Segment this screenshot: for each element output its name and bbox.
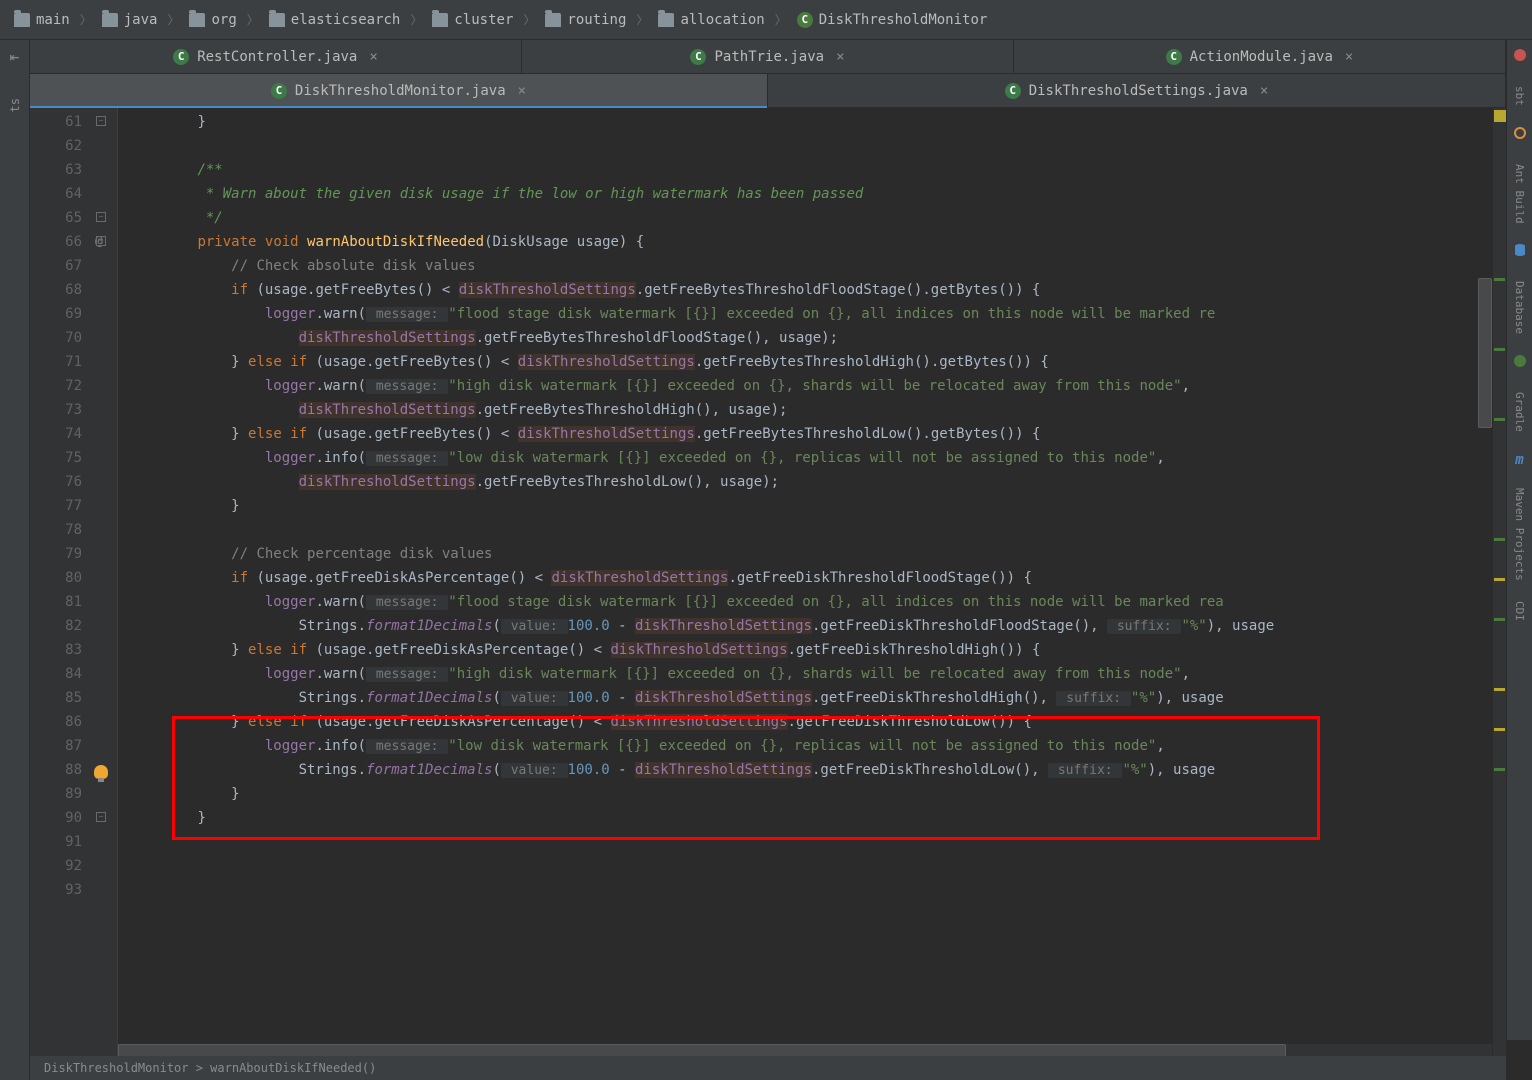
tab-diskthresholdmonitor[interactable]: CDiskThresholdMonitor.java× <box>30 74 768 107</box>
tool-maven[interactable]: Maven Projects <box>1513 488 1526 581</box>
breadcrumb-bar: main〉 java〉 org〉 elasticsearch〉 cluster〉… <box>0 0 1532 40</box>
folder-icon <box>189 13 205 27</box>
tool-database[interactable]: Database <box>1513 281 1526 334</box>
folder-icon <box>269 13 285 27</box>
folder-icon <box>658 13 674 27</box>
tab-row-1: CRestController.java× CPathTrie.java× CA… <box>30 40 1506 74</box>
hide-tool-window-button[interactable]: ⇤ <box>3 44 27 68</box>
folder-icon <box>102 13 118 27</box>
tool-ant-icon[interactable] <box>1513 126 1527 144</box>
fold-marker[interactable]: − <box>96 236 106 246</box>
class-icon: C <box>271 83 287 99</box>
breadcrumb-item[interactable]: cluster <box>426 10 519 30</box>
fold-marker[interactable]: − <box>96 116 106 126</box>
tool-maven-icon[interactable]: m <box>1515 452 1523 468</box>
tool-gradle[interactable]: Gradle <box>1513 392 1526 432</box>
tool-cdi[interactable]: CDI <box>1513 601 1526 621</box>
right-tool-gutter: sbt Ant Build Database Gradle m Maven Pr… <box>1506 40 1532 1040</box>
class-icon: C <box>797 12 813 28</box>
vertical-scrollbar[interactable] <box>1478 108 1492 1058</box>
tab-actionmodule[interactable]: CActionModule.java× <box>1014 40 1506 73</box>
tab-diskthresholdsettings[interactable]: CDiskThresholdSettings.java× <box>768 74 1506 107</box>
close-icon[interactable]: × <box>1345 49 1353 65</box>
class-icon: C <box>1005 83 1021 99</box>
close-icon[interactable]: × <box>518 83 526 99</box>
fold-marker[interactable]: − <box>96 212 106 222</box>
tab-restcontroller[interactable]: CRestController.java× <box>30 40 522 73</box>
intention-bulb-icon[interactable] <box>94 765 108 779</box>
left-tool-gutter: ⇤ ts <box>0 40 30 1080</box>
minimap[interactable] <box>1492 108 1506 1058</box>
class-icon: C <box>690 49 706 65</box>
breadcrumb-item[interactable]: main <box>8 10 76 30</box>
breadcrumb-item[interactable]: org <box>183 10 242 30</box>
close-icon[interactable]: × <box>1260 83 1268 99</box>
tab-pathtrie[interactable]: CPathTrie.java× <box>522 40 1014 73</box>
close-icon[interactable]: × <box>369 49 377 65</box>
editor-main: CRestController.java× CPathTrie.java× CA… <box>30 40 1506 1058</box>
status-breadcrumb[interactable]: DiskThresholdMonitor > warnAboutDiskIfNe… <box>44 1061 376 1075</box>
status-bar: DiskThresholdMonitor > warnAboutDiskIfNe… <box>30 1056 1506 1080</box>
left-side-label[interactable]: ts <box>8 98 22 112</box>
fold-marker[interactable]: − <box>96 812 106 822</box>
class-icon: C <box>1166 49 1182 65</box>
tab-row-2: CDiskThresholdMonitor.java× CDiskThresho… <box>30 74 1506 108</box>
breadcrumb-item[interactable]: allocation <box>652 10 770 30</box>
line-numbers: 6162636465666768697071727374757677787980… <box>30 108 90 1058</box>
class-icon: C <box>173 49 189 65</box>
folder-icon <box>432 13 448 27</box>
fold-gutter: − − @ − − <box>90 108 118 1058</box>
breadcrumb-class[interactable]: CDiskThresholdMonitor <box>791 10 994 30</box>
tool-sbt-icon[interactable] <box>1513 48 1527 66</box>
tool-ant[interactable]: Ant Build <box>1513 164 1526 224</box>
breadcrumb-item[interactable]: java <box>96 10 164 30</box>
editor-area[interactable]: 6162636465666768697071727374757677787980… <box>30 108 1506 1058</box>
breadcrumb-item[interactable]: elasticsearch <box>263 10 407 30</box>
tool-sbt[interactable]: sbt <box>1513 86 1526 106</box>
folder-icon <box>545 13 561 27</box>
code-content[interactable]: } /** * Warn about the given disk usage … <box>118 108 1492 1058</box>
tool-gradle-icon[interactable] <box>1513 354 1527 372</box>
tool-database-icon[interactable] <box>1513 243 1527 261</box>
breadcrumb-item[interactable]: routing <box>539 10 632 30</box>
folder-icon <box>14 13 30 27</box>
close-icon[interactable]: × <box>836 49 844 65</box>
warning-indicator-icon[interactable] <box>1494 110 1506 122</box>
